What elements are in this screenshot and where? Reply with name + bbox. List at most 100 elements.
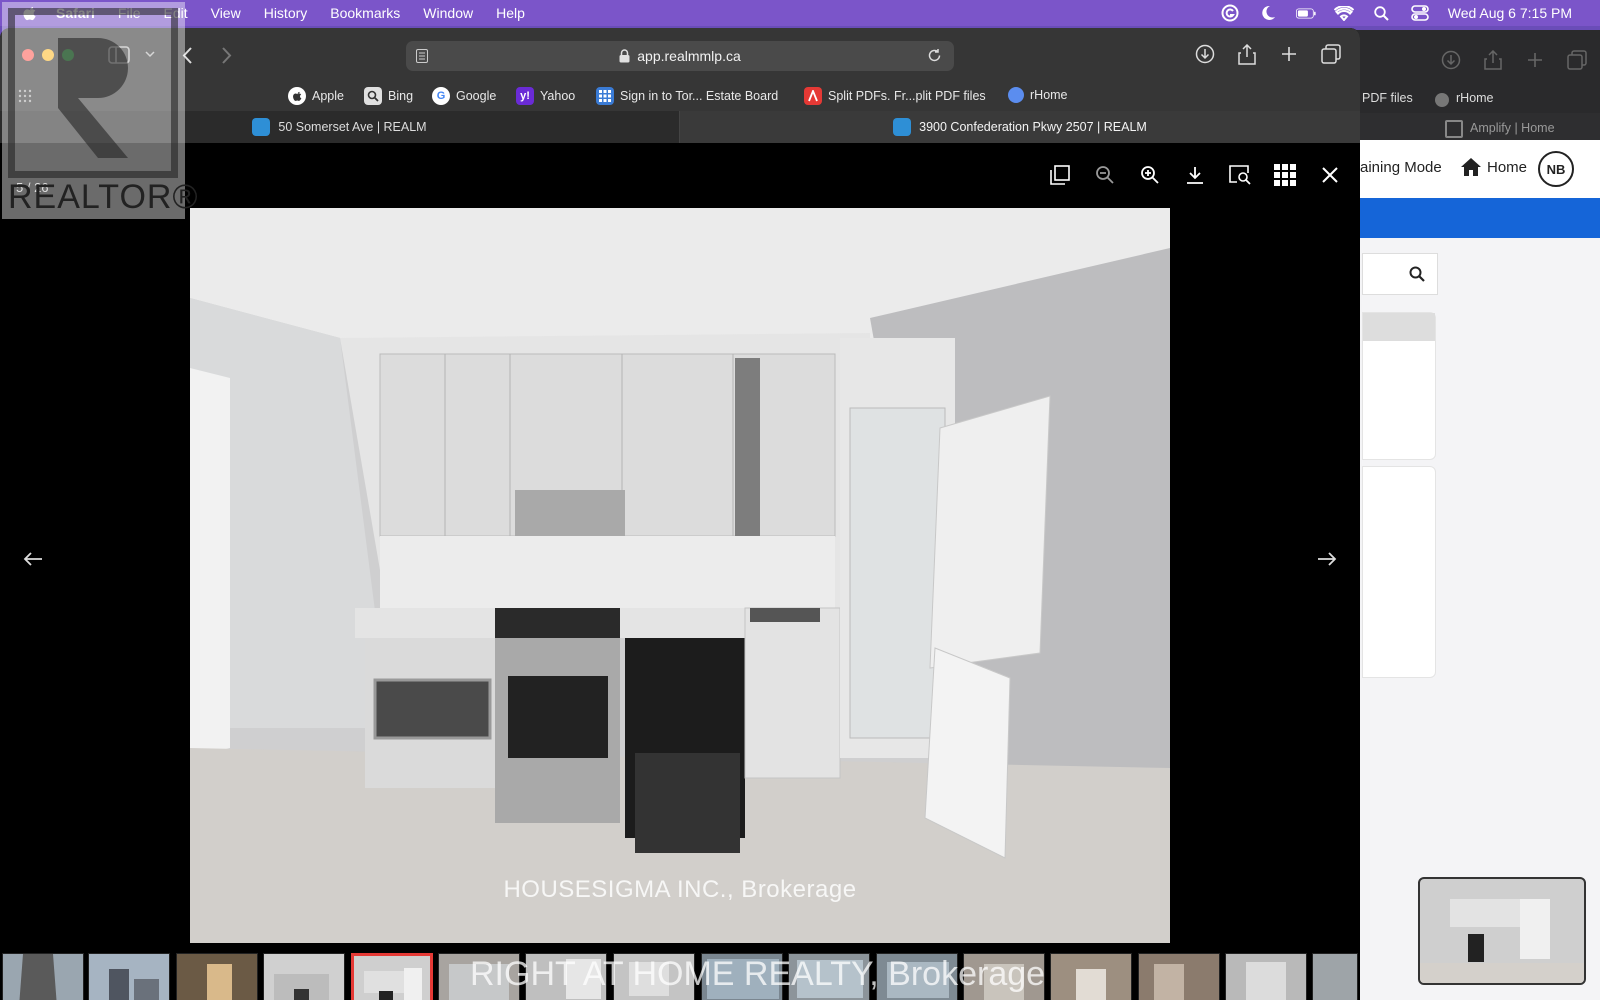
lock-icon [619,49,631,63]
pip-kitchen-thumbnail [1420,879,1584,983]
yahoo-icon: y! [516,87,534,105]
toolbar-actions [1194,43,1342,65]
bookmark-trreb[interactable]: Sign in to Tor... Estate Board [596,87,778,105]
search-icon[interactable] [1409,266,1425,282]
search-image-icon[interactable] [1228,163,1252,187]
bookmark-label: Apple [312,89,344,103]
thumbnail-4[interactable] [263,953,345,1000]
spotlight-search-icon[interactable] [1372,5,1392,21]
bookmark-label: Split PDFs. Fr...plit PDF files [828,89,986,103]
bookmark-label: rHome [1030,88,1068,102]
apple-icon [288,87,306,105]
bg-new-tab-icon[interactable] [1524,49,1546,71]
photo-viewer: 5 / 26 HOUSESIGMA INC., Brokerage RIGHT … [0,143,1360,1000]
bg-bookmark-pdf[interactable]: PDF files [1362,91,1413,105]
download-icon[interactable] [1183,163,1207,187]
control-center-icon[interactable] [1410,5,1430,21]
focus-moon-icon[interactable] [1258,5,1278,21]
photo-watermark: HOUSESIGMA INC., Brokerage [503,876,857,903]
thumbnail-5[interactable] [351,953,433,1000]
address-bar[interactable]: app.realmmlp.ca [406,41,954,71]
bg-share-icon[interactable] [1482,49,1504,71]
reader-page-icon[interactable] [416,49,428,63]
menu-view[interactable]: View [211,5,241,21]
bookmark-split-pdf[interactable]: Split PDFs. Fr...plit PDF files [804,87,986,105]
background-panel-2 [1362,466,1436,678]
grid-view-icon[interactable] [1273,163,1297,187]
realm-tab-icon [893,118,912,136]
thumbnail-1[interactable] [2,953,84,1000]
safari-toolbar: app.realmmlp.ca [0,28,1360,83]
bg-tab-amplify[interactable]: Amplify | Home [1470,121,1555,135]
grid-icon [596,87,614,105]
bookmark-apple[interactable]: Apple [288,87,344,105]
bookmark-label: Sign in to Tor... Estate Board [620,89,779,103]
safari-window: app.realmmlp.ca Apple Bing G Google y! Y… [0,28,1360,1000]
background-panel-1 [1362,312,1436,460]
bookmark-label: Bing [388,89,414,103]
bookmark-rhome[interactable]: rHome [1008,87,1068,103]
fullscreen-icon[interactable] [1048,163,1072,187]
bookmark-google[interactable]: G Google [432,87,496,105]
close-icon[interactable] [1318,163,1342,187]
realm-tab-icon [252,118,271,136]
menu-clock[interactable]: Wed Aug 6 7:15 PM [1448,5,1572,21]
picture-in-picture-preview[interactable] [1418,877,1586,985]
forward-button[interactable] [218,44,236,66]
menu-help[interactable]: Help [496,5,525,21]
tab-bar: 50 Somerset Ave | REALM 3900 Confederati… [0,111,1360,143]
grammarly-icon[interactable] [1220,4,1240,22]
tab-label: 50 Somerset Ave | REALM [278,120,427,134]
kitchen-image [190,208,1170,943]
tab-label: 3900 Confederation Pkwy 2507 | REALM [919,120,1147,134]
bg-download-icon[interactable] [1440,49,1462,71]
bg-tab-overview-icon[interactable] [1566,49,1588,71]
bookmark-label: Google [456,89,497,103]
viewer-toolbar [1048,163,1342,187]
bg-bookmark-rhome[interactable]: rHome [1456,91,1494,105]
bookmark-bing[interactable]: Bing [364,87,413,105]
bookmark-yahoo[interactable]: y! Yahoo [516,87,575,105]
menu-history[interactable]: History [264,5,308,21]
background-search-box[interactable] [1362,253,1438,295]
user-avatar[interactable]: NB [1538,151,1574,187]
tab-confederation[interactable]: 3900 Confederation Pkwy 2507 | REALM [680,111,1360,143]
zoom-in-icon[interactable] [1138,163,1162,187]
tab-overview-icon[interactable] [1320,43,1342,65]
training-mode-label[interactable]: aining Mode [1360,159,1442,176]
menu-bar: Safari File Edit View History Bookmarks … [0,0,1600,26]
reload-icon[interactable] [927,48,942,63]
zoom-out-icon[interactable] [1093,163,1117,187]
share-icon[interactable] [1236,43,1258,65]
wifi-icon[interactable] [1333,5,1354,21]
thumbnail-16[interactable] [1312,953,1358,1000]
realtor-logo: REALTOR® [2,2,198,219]
menu-window[interactable]: Window [423,5,473,21]
bg-rhome-icon [1435,93,1449,107]
panel-header [1363,313,1435,341]
thumbnail-13[interactable] [1050,953,1132,1000]
next-photo-arrow[interactable] [1312,544,1342,574]
prev-photo-arrow[interactable] [18,544,48,574]
bookmark-label: Yahoo [540,89,576,103]
url-text[interactable]: app.realmmlp.ca [637,48,741,64]
google-icon: G [432,87,450,105]
new-tab-icon[interactable] [1278,43,1300,65]
realtor-r-icon [8,8,178,178]
home-link[interactable]: Home [1487,159,1527,176]
thumbnail-14[interactable] [1138,953,1220,1000]
battery-icon[interactable] [1295,5,1316,21]
bookmarks-bar: Apple Bing G Google y! Yahoo Sign in to … [0,83,1360,111]
thumbnail-2[interactable] [88,953,170,1000]
thumbnail-3[interactable] [176,953,258,1000]
thumbnail-watermark: RIGHT AT HOME REALTY, Brokerage [470,955,1046,993]
menu-bookmarks[interactable]: Bookmarks [330,5,400,21]
pdf-icon [804,87,822,105]
home-icon [1460,157,1482,177]
rhome-icon [1008,87,1024,103]
amplify-tab-icon [1445,120,1463,138]
search-icon [364,87,382,105]
downloads-icon[interactable] [1194,43,1216,65]
listing-photo-kitchen[interactable]: HOUSESIGMA INC., Brokerage [190,208,1170,943]
thumbnail-15[interactable] [1225,953,1307,1000]
